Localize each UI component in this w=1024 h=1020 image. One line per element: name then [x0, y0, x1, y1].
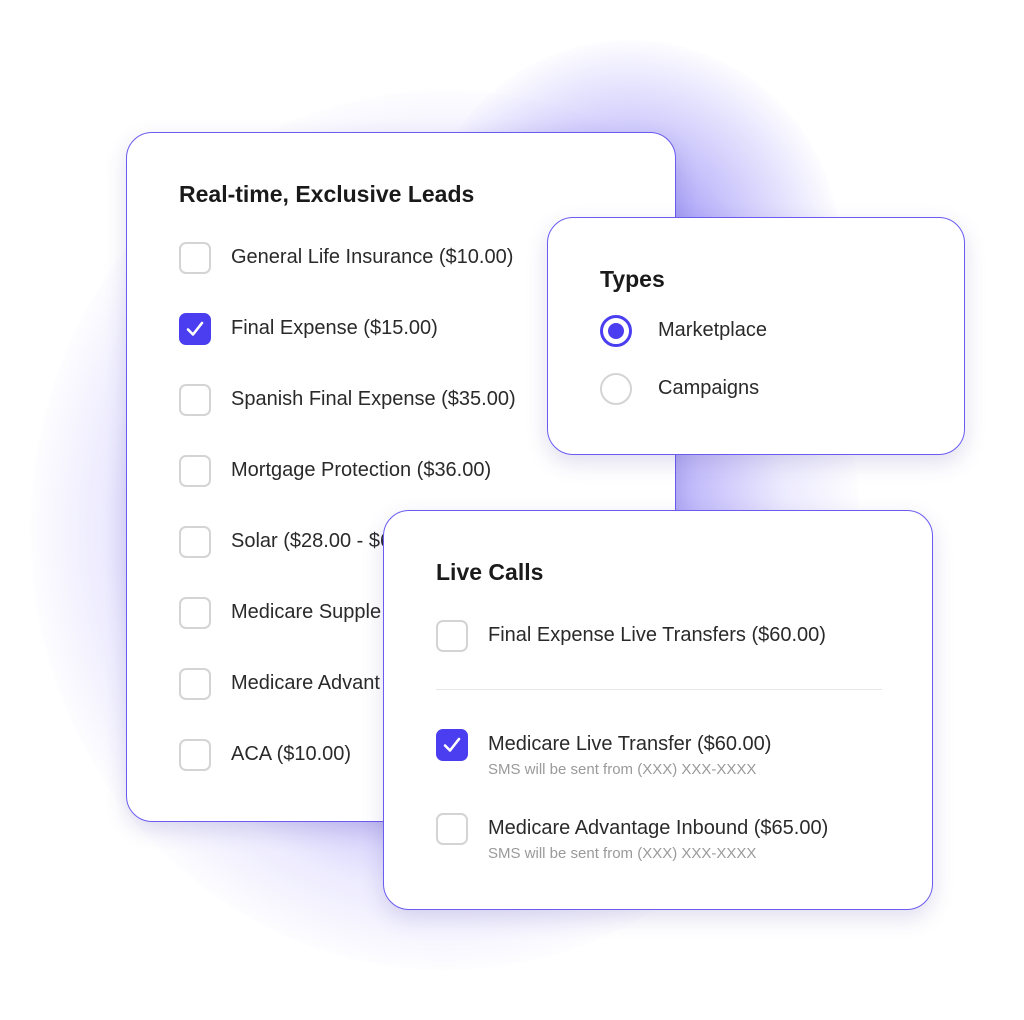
live-call-checkbox[interactable]	[436, 813, 468, 845]
sms-note: SMS will be sent from (XXX) XXX-XXXX	[488, 845, 757, 862]
live-call-option-label: Medicare Live Transfer ($60.00)	[488, 733, 772, 755]
lead-option-label: Spanish Final Expense ($35.00)	[231, 388, 516, 410]
lead-checkbox[interactable]	[179, 668, 211, 700]
divider	[436, 689, 882, 690]
type-option-label: Marketplace	[658, 319, 767, 341]
lead-checkbox[interactable]	[179, 242, 211, 274]
live-call-option-label: Medicare Advantage Inbound ($65.00)	[488, 817, 829, 839]
lead-option-label: Solar ($28.00 - $6	[231, 530, 392, 552]
lead-checkbox[interactable]	[179, 597, 211, 629]
marketplace-radio[interactable]	[600, 315, 632, 347]
lead-option-label: Final Expense ($15.00)	[231, 317, 438, 339]
lead-option-label: Medicare Supple	[231, 601, 382, 623]
types-card: Types Marketplace Campaigns	[547, 217, 965, 455]
lead-checkbox[interactable]	[179, 313, 211, 345]
types-card-title: Types	[600, 266, 665, 292]
campaigns-radio[interactable]	[600, 373, 632, 405]
lead-checkbox[interactable]	[179, 455, 211, 487]
checkmark-icon	[186, 321, 204, 336]
lead-option-label: ACA ($10.00)	[231, 743, 352, 765]
live-call-option-label: Final Expense Live Transfers ($60.00)	[488, 624, 826, 646]
live-calls-card-title: Live Calls	[436, 559, 544, 585]
checkmark-icon	[443, 737, 461, 752]
lead-option-label: General Life Insurance ($10.00)	[231, 246, 514, 268]
sms-note: SMS will be sent from (XXX) XXX-XXXX	[488, 761, 757, 778]
lead-option-label: Mortgage Protection ($36.00)	[231, 459, 492, 481]
live-calls-card: Live Calls Final Expense Live Transfers …	[383, 510, 933, 910]
lead-option-label: Medicare Advant	[231, 672, 380, 694]
live-call-checkbox[interactable]	[436, 729, 468, 761]
leads-card-title: Real-time, Exclusive Leads	[179, 181, 475, 207]
type-option-label: Campaigns	[658, 377, 760, 399]
lead-checkbox[interactable]	[179, 384, 211, 416]
lead-checkbox[interactable]	[179, 526, 211, 558]
live-call-checkbox[interactable]	[436, 620, 468, 652]
lead-checkbox[interactable]	[179, 739, 211, 771]
